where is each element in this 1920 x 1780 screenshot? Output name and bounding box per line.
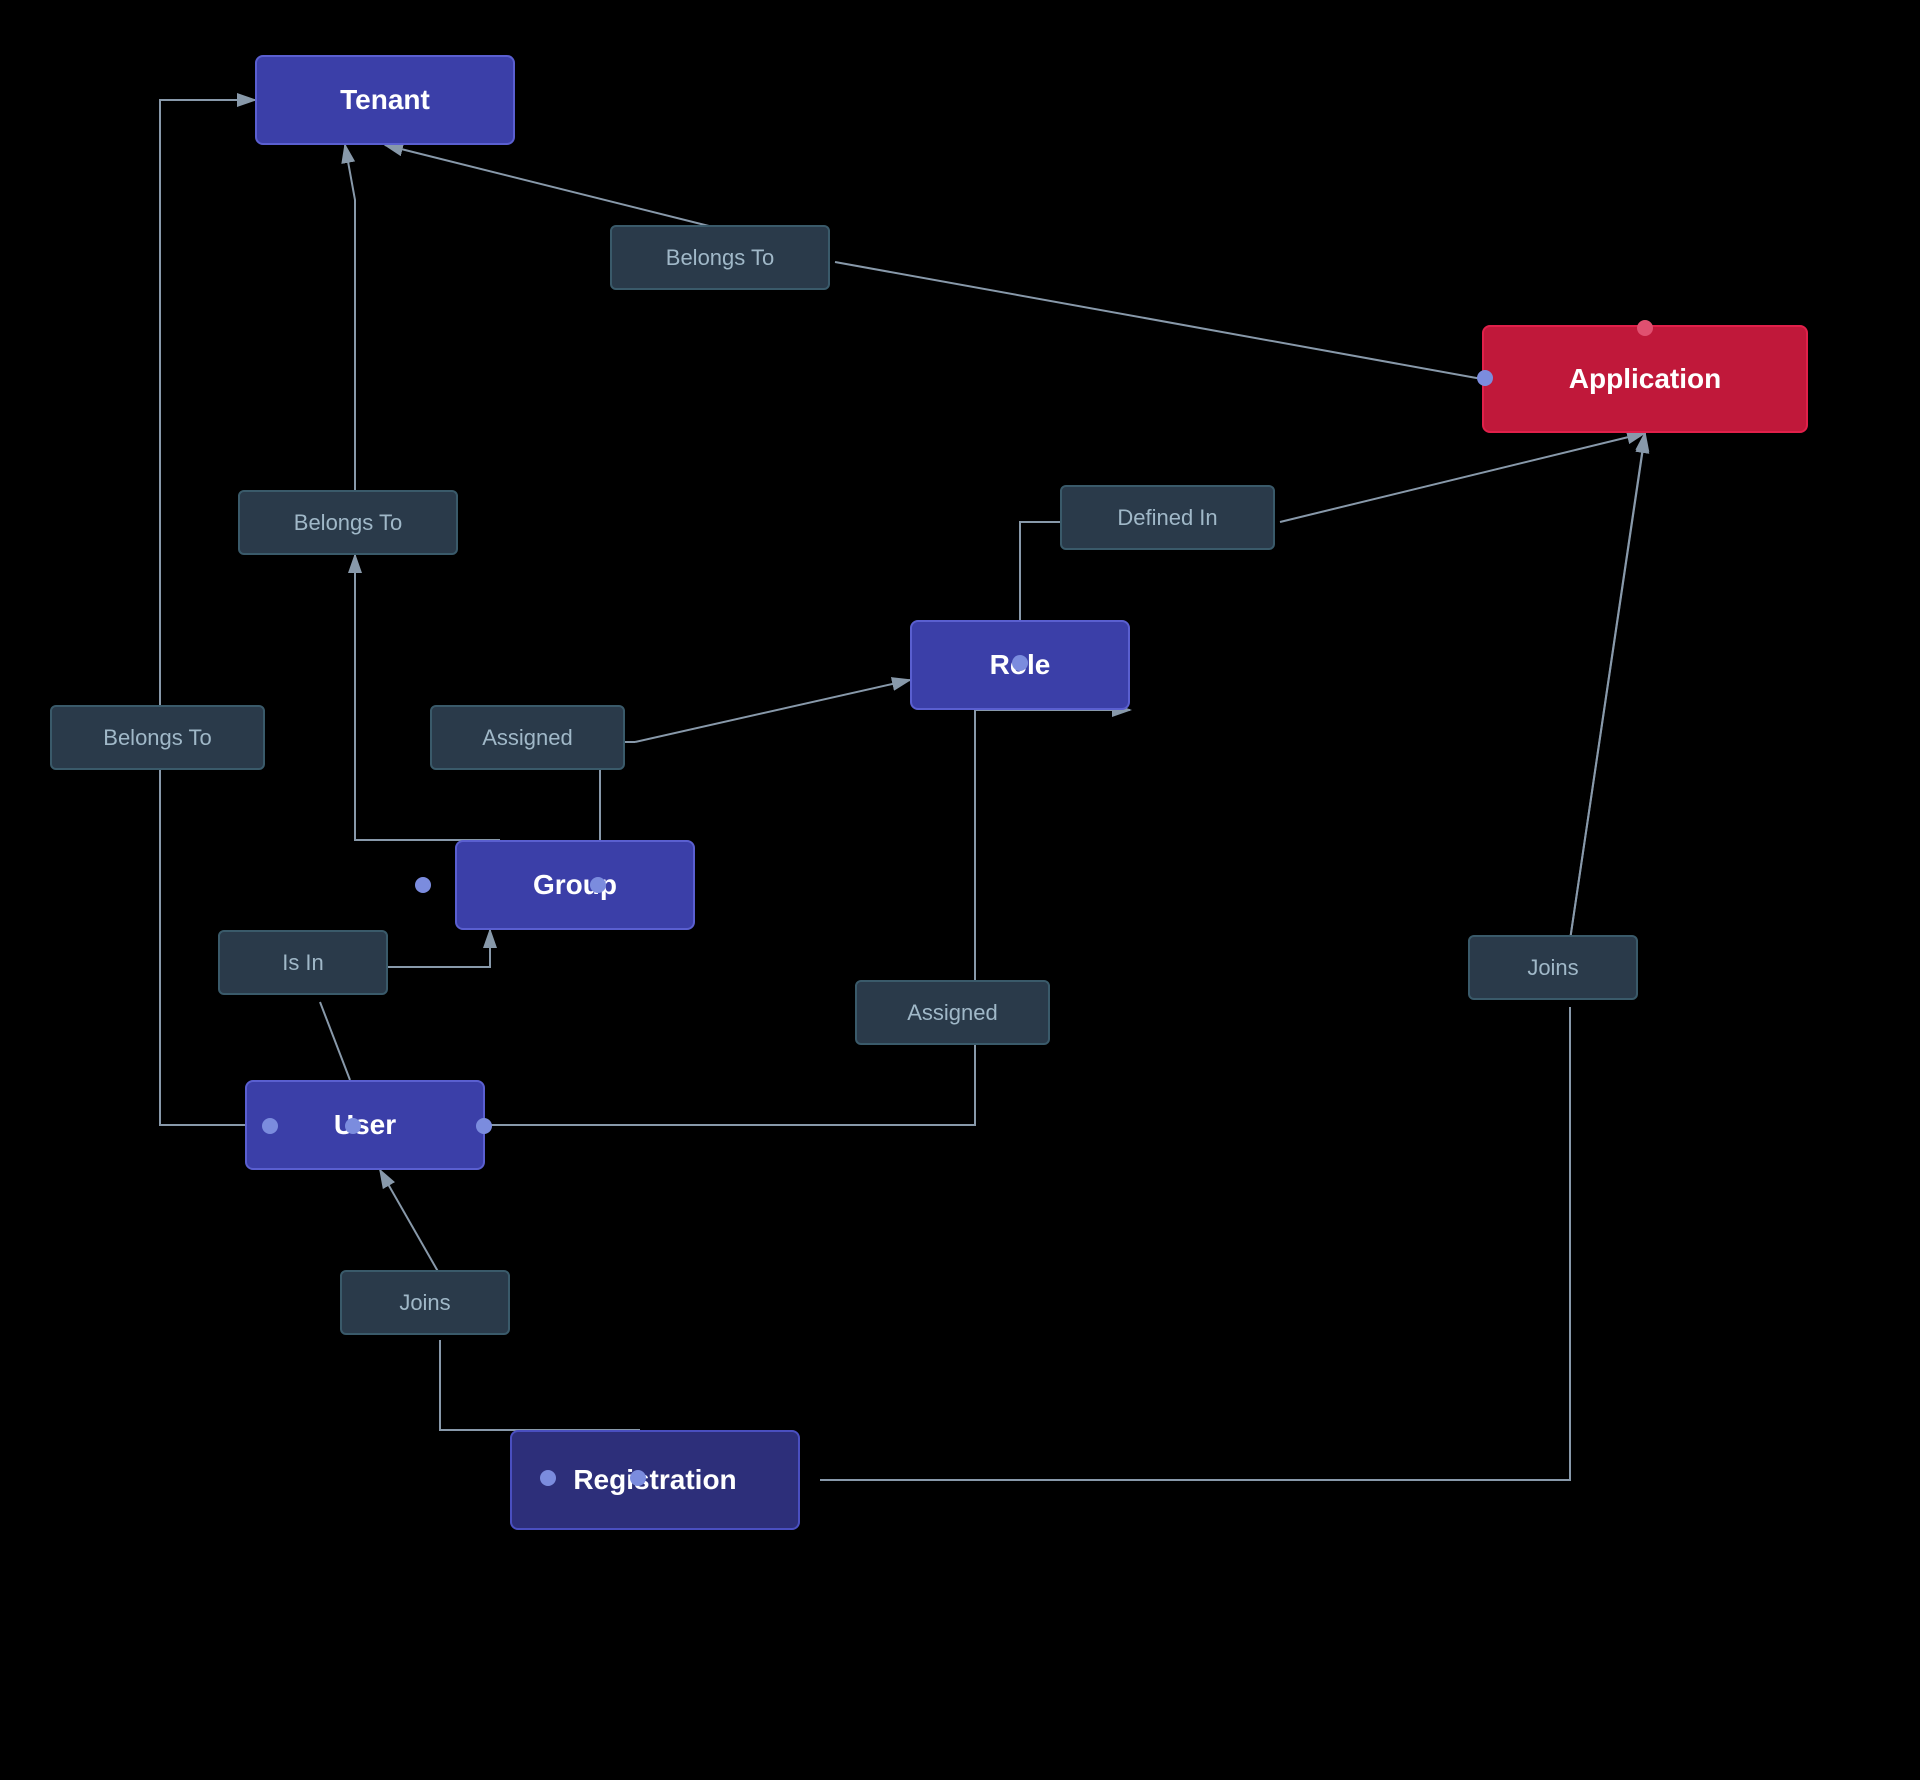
line-isin-group bbox=[380, 930, 490, 967]
diagram-lines bbox=[0, 0, 1920, 1780]
line-assigned2-role bbox=[975, 710, 1130, 985]
line-joins2-app-line bbox=[1570, 435, 1645, 940]
defined-in-label: Defined In bbox=[1117, 505, 1217, 531]
dot-user-right bbox=[476, 1118, 492, 1134]
assigned-2-label: Assigned bbox=[907, 1000, 998, 1026]
group-node[interactable]: Group bbox=[455, 840, 695, 930]
assigned-1-label: Assigned bbox=[482, 725, 573, 751]
belongs-to-1-label: Belongs To bbox=[666, 245, 774, 271]
joins-2-label: Joins bbox=[1527, 955, 1578, 981]
line-joins1-user bbox=[380, 1170, 440, 1275]
line-reg-joins1 bbox=[440, 1340, 640, 1430]
application-node[interactable]: Application bbox=[1482, 325, 1808, 433]
tenant-label: Tenant bbox=[340, 84, 430, 116]
tenant-node[interactable]: Tenant bbox=[255, 55, 515, 145]
user-label: User bbox=[334, 1109, 396, 1141]
is-in-node[interactable]: Is In bbox=[218, 930, 388, 995]
dot-user-center bbox=[345, 1118, 361, 1134]
dot-app-left bbox=[1477, 370, 1493, 386]
assigned-2-node[interactable]: Assigned bbox=[855, 980, 1050, 1045]
user-node[interactable]: User bbox=[245, 1080, 485, 1170]
line-belongsto2-tenant bbox=[345, 145, 355, 490]
line-reg-joins2-path bbox=[820, 1007, 1570, 1480]
application-label: Application bbox=[1569, 363, 1721, 395]
dot-user-left bbox=[262, 1118, 278, 1134]
dot-role-left bbox=[1012, 655, 1028, 671]
diagram-canvas: Tenant Application Role Group User Regis… bbox=[0, 0, 1920, 1780]
assigned-1-node[interactable]: Assigned bbox=[430, 705, 625, 770]
dot-reg-top bbox=[630, 1470, 646, 1486]
belongs-to-1-node[interactable]: Belongs To bbox=[610, 225, 830, 290]
line-belongsto3-tenant bbox=[160, 100, 255, 705]
registration-label: Registration bbox=[573, 1464, 736, 1496]
is-in-label: Is In bbox=[282, 950, 324, 976]
line-belongsto1-tenant bbox=[385, 145, 725, 230]
joins-1-node[interactable]: Joins bbox=[340, 1270, 510, 1335]
line-definedin-app bbox=[1280, 433, 1645, 522]
belongs-to-2-label: Belongs To bbox=[294, 510, 402, 536]
line-group-belongsto2 bbox=[355, 555, 500, 840]
belongs-to-3-node[interactable]: Belongs To bbox=[50, 705, 265, 770]
dot-group-left bbox=[415, 877, 431, 893]
joins-1-label: Joins bbox=[399, 1290, 450, 1316]
dot-group-top bbox=[590, 877, 606, 893]
line-user-isin bbox=[320, 1002, 350, 1080]
line-app-belongsto1 bbox=[835, 262, 1482, 379]
belongs-to-2-node[interactable]: Belongs To bbox=[238, 490, 458, 555]
dot-app-top bbox=[1637, 320, 1653, 336]
joins-2-node[interactable]: Joins bbox=[1468, 935, 1638, 1000]
belongs-to-3-label: Belongs To bbox=[103, 725, 211, 751]
dot-reg-left bbox=[540, 1470, 556, 1486]
defined-in-node[interactable]: Defined In bbox=[1060, 485, 1275, 550]
line-assigned1-role bbox=[635, 680, 910, 742]
